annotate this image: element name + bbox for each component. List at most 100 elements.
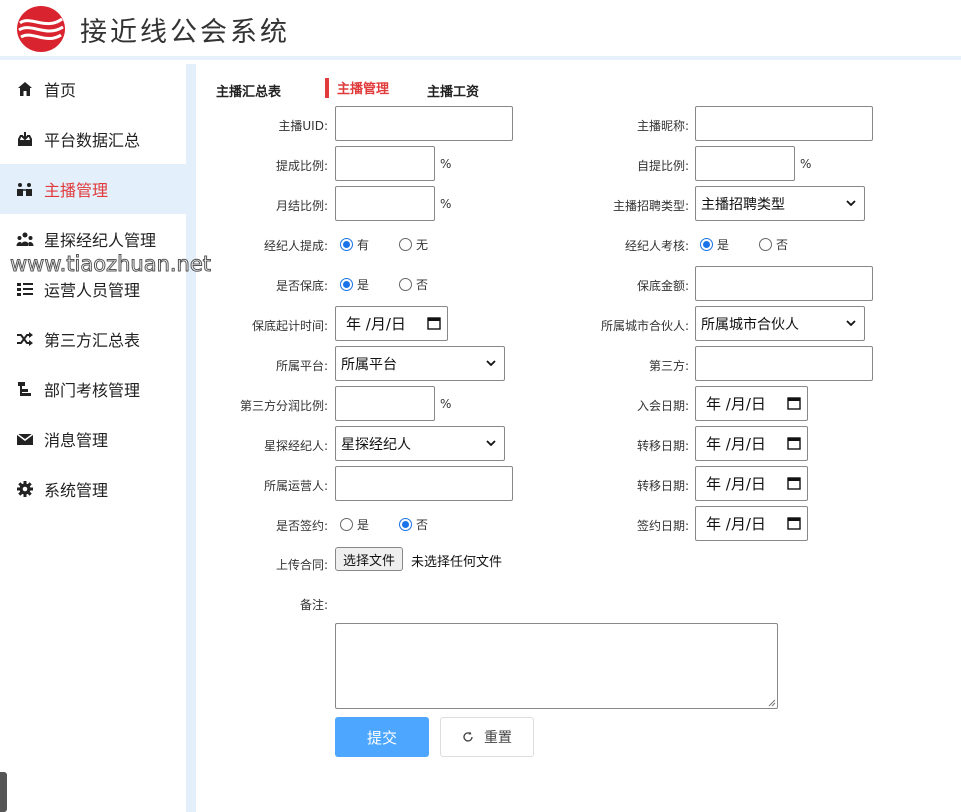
guarantee-label: 是否保底: — [275, 279, 328, 293]
calendar-icon[interactable] — [787, 516, 801, 530]
guarantee-start-label: 保底起计时间: — [251, 319, 328, 333]
choose-file-button[interactable]: 选择文件 — [335, 547, 404, 571]
radio-option[interactable]: 是 — [700, 236, 729, 253]
calendar-icon[interactable] — [427, 316, 441, 330]
remark-textarea[interactable] — [335, 623, 778, 709]
join-date[interactable]: 年 /月/日 — [695, 386, 808, 421]
gear-icon — [16, 480, 34, 498]
radio-option[interactable]: 是 — [340, 516, 369, 533]
sidebar-item-label: 第三方汇总表 — [44, 331, 141, 350]
agent-review-label: 经纪人考核: — [624, 239, 689, 253]
sidebar-item-label: 主播管理 — [44, 181, 109, 200]
tab-anchor-salary[interactable]: 主播工资 — [427, 81, 479, 100]
app-title: 接近线公会系统 — [80, 17, 290, 48]
guarantee-amount-input[interactable] — [695, 266, 873, 301]
radio-option[interactable]: 是 — [340, 276, 369, 293]
monthly-label: 月结比例: — [275, 199, 328, 213]
percent-sign: % — [800, 157, 812, 171]
calendar-icon[interactable] — [787, 396, 801, 410]
radio-option[interactable]: 否 — [399, 516, 428, 533]
radio-option[interactable]: 有 — [340, 236, 369, 253]
resize-handle-icon[interactable] — [768, 699, 776, 707]
submit-button[interactable]: 提交 — [335, 717, 429, 757]
date-text: 年 /月/日 — [706, 475, 766, 493]
date-text: 年 /月/日 — [706, 515, 766, 533]
agent-commission-label: 经纪人提成: — [263, 239, 328, 253]
sidebar-item-third-party[interactable]: 第三方汇总表 — [0, 314, 196, 364]
reset-button[interactable]: 重置 — [440, 717, 534, 757]
sidebar-item-scout-agent[interactable]: 星探经纪人管理 — [0, 214, 196, 264]
group-icon — [16, 230, 34, 248]
percent-sign: % — [440, 157, 452, 171]
anchor-people-icon — [16, 180, 34, 198]
date-text: 年 /月/日 — [706, 435, 766, 453]
radio-option[interactable]: 否 — [759, 236, 788, 253]
id-list-icon — [16, 280, 34, 298]
commission-label: 提成比例: — [275, 159, 328, 173]
signed-radios: 是 否 — [340, 516, 444, 533]
envelope-icon — [16, 430, 34, 448]
anchor-nick-input[interactable] — [695, 106, 873, 141]
percent-sign: % — [440, 397, 452, 411]
sidebar: 首页 平台数据汇总 主播管理 星探经纪人管理 运营人员管理 第三方汇总表 部门考… — [0, 64, 196, 812]
third-share-label: 第三方分润比例: — [239, 399, 328, 413]
signed-label: 是否签约: — [275, 519, 328, 533]
anchor-uid-input[interactable] — [335, 106, 513, 141]
remark-label: 备注: — [299, 598, 328, 612]
radio-option[interactable]: 无 — [399, 236, 428, 253]
home-icon — [16, 80, 34, 98]
sidebar-item-label: 平台数据汇总 — [44, 131, 141, 150]
scout-agent-select[interactable]: 星探经纪人 — [335, 426, 505, 461]
wave-logo[interactable] — [16, 5, 66, 53]
third-share-input[interactable] — [335, 386, 435, 421]
sidebar-item-label: 消息管理 — [44, 431, 109, 450]
chevron-down-icon — [486, 360, 496, 367]
platform-select[interactable]: 所属平台 — [335, 346, 505, 381]
shuffle-icon — [16, 330, 34, 348]
self-commission-input[interactable] — [695, 146, 795, 181]
sidebar-item-messages[interactable]: 消息管理 — [0, 414, 196, 464]
select-value: 主播招聘类型 — [701, 196, 785, 213]
city-partner-select[interactable]: 所属城市合伙人 — [695, 306, 865, 341]
tab-anchor-summary[interactable]: 主播汇总表 — [216, 81, 281, 100]
platform-label: 所属平台: — [275, 359, 328, 373]
calendar-icon[interactable] — [787, 476, 801, 490]
sidebar-item-department-review[interactable]: 部门考核管理 — [0, 364, 196, 414]
recruit-type-label: 主播招聘类型: — [612, 199, 689, 213]
agent-review-radios: 是 否 — [700, 236, 804, 253]
sign-date[interactable]: 年 /月/日 — [695, 506, 808, 541]
transfer-date-label-2: 转移日期: — [636, 479, 689, 493]
date-text: 年 /月/日 — [346, 315, 406, 333]
operator-input[interactable] — [335, 466, 513, 501]
sidebar-item-home[interactable]: 首页 — [0, 64, 196, 114]
sidebar-item-system[interactable]: 系统管理 — [0, 464, 196, 514]
tab-anchor-management[interactable]: 主播管理 — [325, 78, 389, 98]
transfer-date[interactable]: 年 /月/日 — [695, 426, 808, 461]
self-commission-label: 自提比例: — [636, 159, 689, 173]
radio-option[interactable]: 否 — [399, 276, 428, 293]
sidebar-item-label: 运营人员管理 — [44, 281, 141, 300]
monthly-input[interactable] — [335, 186, 435, 221]
join-date-label: 入会日期: — [636, 399, 689, 413]
guarantee-start-date[interactable]: 年 /月/日 — [335, 306, 448, 341]
chevron-down-icon — [486, 440, 496, 447]
commission-input[interactable] — [335, 146, 435, 181]
third-party-input[interactable] — [695, 346, 873, 381]
transfer-date-2[interactable]: 年 /月/日 — [695, 466, 808, 501]
calendar-icon[interactable] — [787, 436, 801, 450]
sidebar-item-label: 部门考核管理 — [44, 381, 141, 400]
scout-agent-label: 星探经纪人: — [263, 439, 328, 453]
sidebar-item-operators[interactable]: 运营人员管理 — [0, 264, 196, 314]
city-partner-label: 所属城市合伙人: — [600, 319, 689, 333]
anchor-uid-label: 主播UID: — [278, 119, 328, 133]
sidebar-item-platform-data[interactable]: 平台数据汇总 — [0, 114, 196, 164]
file-status: 未选择任何文件 — [411, 555, 503, 570]
chevron-down-icon — [846, 200, 856, 207]
edge-handle[interactable] — [0, 772, 7, 812]
inbox-download-icon — [16, 130, 34, 148]
recruit-type-select[interactable]: 主播招聘类型 — [695, 186, 865, 221]
sidebar-item-label: 首页 — [44, 81, 77, 100]
operator-label: 所属运营人: — [263, 479, 328, 493]
sidebar-item-anchor-management[interactable]: 主播管理 — [0, 164, 196, 214]
guarantee-radios: 是 否 — [340, 276, 444, 293]
